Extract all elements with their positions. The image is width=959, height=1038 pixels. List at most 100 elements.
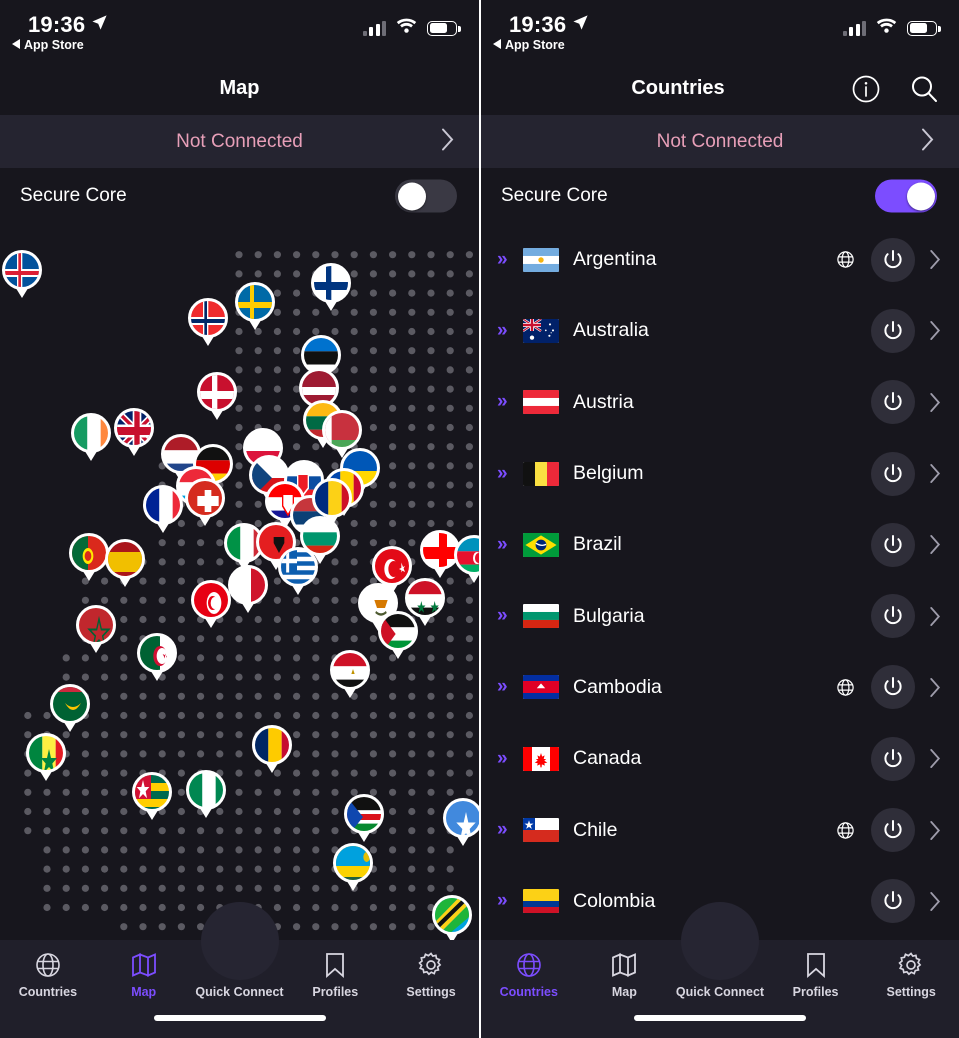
map-pin-south-sudan[interactable] [344, 794, 384, 844]
toggle-knob [906, 182, 935, 210]
map-screen: 19:36 App Store Map Not Connected Secure… [0, 0, 479, 1038]
secure-core-toggle[interactable] [395, 179, 457, 213]
double-chevron-right-icon: » [497, 676, 508, 698]
flag-ar [523, 247, 559, 272]
status-bar-left: 19:36 App Store [0, 0, 479, 62]
map-pin-nigeria[interactable] [186, 770, 226, 820]
power-button[interactable] [871, 736, 915, 781]
pin-flag-se [235, 282, 275, 322]
country-row[interactable]: » Chile [481, 794, 959, 865]
map-pin-denmark[interactable] [197, 372, 237, 422]
tab-label: Quick Connect [195, 985, 284, 999]
power-button[interactable] [871, 522, 915, 567]
map-pin-azerbaijan[interactable] [454, 535, 479, 585]
tab-label: Quick Connect [675, 985, 765, 999]
map-pin-norway[interactable] [188, 298, 228, 348]
country-row[interactable]: » Austria [481, 367, 959, 438]
country-name: Chile [573, 818, 618, 841]
world-map[interactable] [0, 224, 479, 995]
map-pin-tunisia[interactable] [191, 580, 231, 630]
pin-flag-az [454, 535, 479, 575]
tab-map[interactable]: Map [577, 950, 673, 999]
country-row[interactable]: » Cambodia [481, 652, 959, 723]
country-row[interactable]: » Argentina [481, 224, 959, 295]
power-button[interactable] [871, 380, 915, 425]
power-button[interactable] [871, 451, 915, 496]
tab-label: Settings [886, 985, 936, 999]
back-to-app-store-right[interactable]: App Store [493, 38, 565, 52]
map-pin-spain[interactable] [105, 539, 145, 589]
tab-settings[interactable]: Settings [383, 950, 479, 999]
double-chevron-right-icon: » [497, 462, 508, 484]
back-to-app-store-left[interactable]: App Store [12, 38, 84, 52]
map-pin-tanzania[interactable] [432, 895, 472, 945]
pin-flag-gb [114, 408, 154, 448]
toggle-knob [397, 182, 426, 210]
country-row[interactable]: » Belgium [481, 438, 959, 509]
tab-countries[interactable]: Countries [481, 950, 577, 999]
search-icon[interactable] [909, 74, 939, 104]
status-time-right: 19:36 [509, 12, 589, 38]
map-pin-ireland[interactable] [71, 413, 111, 463]
map-pin-malta[interactable] [228, 565, 268, 615]
secure-core-toggle[interactable] [875, 179, 937, 213]
country-row[interactable]: » Australia [481, 295, 959, 366]
info-circle-icon[interactable] [851, 74, 881, 104]
nav-bar-right: Countries [481, 62, 959, 115]
power-button[interactable] [871, 808, 915, 853]
page-title: Map [219, 77, 260, 99]
power-button[interactable] [871, 665, 915, 710]
tab-bar-right: Countries Map Quick Connect Profiles Set… [481, 902, 959, 1038]
tab-profiles[interactable]: Profiles [768, 950, 864, 999]
chevron-right-icon [929, 891, 941, 912]
home-indicator [634, 1015, 806, 1021]
country-row[interactable]: » Canada [481, 723, 959, 794]
cellular-bars-icon [362, 20, 386, 36]
country-row[interactable]: » Bulgaria [481, 580, 959, 651]
map-pin-finland[interactable] [311, 263, 351, 313]
map-pin-france[interactable] [143, 485, 183, 535]
map-pin-portugal[interactable] [69, 533, 109, 583]
pin-flag-ro [312, 478, 352, 518]
tab-profiles[interactable]: Profiles [287, 950, 383, 999]
country-list[interactable]: » Argentina » Australia » Austria » Belgium » Bra… [481, 224, 959, 995]
map-pin-togo[interactable] [132, 772, 172, 822]
power-button[interactable] [871, 237, 915, 282]
nav-bar-left: Map [0, 62, 479, 115]
pin-flag-tz [432, 895, 472, 935]
map-pin-egypt[interactable] [330, 650, 370, 700]
map-pin-united-kingdom[interactable] [114, 408, 154, 458]
connection-status-banner-right[interactable]: Not Connected [481, 115, 959, 168]
tab-map[interactable]: Map [96, 950, 192, 999]
power-button[interactable] [871, 594, 915, 639]
map-pin-morocco[interactable] [76, 605, 116, 655]
country-row[interactable]: » Brazil [481, 509, 959, 580]
map-pin-iceland[interactable] [2, 250, 42, 300]
map-pin-somalia[interactable] [443, 798, 479, 848]
flag-co [523, 889, 559, 914]
map-pin-algeria[interactable] [137, 633, 177, 683]
map-pin-chad[interactable] [252, 725, 292, 775]
pin-flag-tn [191, 580, 231, 620]
map-pin-rwanda[interactable] [333, 843, 373, 893]
map-pin-senegal[interactable] [26, 733, 66, 783]
connection-status-banner-left[interactable]: Not Connected [0, 115, 479, 168]
tab-settings[interactable]: Settings [863, 950, 959, 999]
page-title: Countries [631, 77, 725, 99]
country-name: Canada [573, 747, 642, 770]
map-pin-sweden[interactable] [235, 282, 275, 332]
map-pin-mauritania[interactable] [50, 684, 90, 734]
tab-countries[interactable]: Countries [0, 950, 96, 999]
power-button[interactable] [871, 308, 915, 353]
power-button[interactable] [871, 879, 915, 924]
globe-icon [35, 950, 61, 980]
map-pin-palestine[interactable] [378, 611, 418, 661]
map-pin-greece[interactable] [278, 547, 318, 597]
secure-core-label: Secure Core [501, 185, 608, 206]
country-name: Austria [573, 390, 634, 413]
double-chevron-right-icon: » [497, 819, 508, 841]
secure-core-row-right: Secure Core [481, 168, 959, 224]
pin-flag-gr [278, 547, 318, 587]
connection-status-text: Not Connected [176, 130, 303, 152]
map-pin-switzerland[interactable] [185, 478, 225, 528]
